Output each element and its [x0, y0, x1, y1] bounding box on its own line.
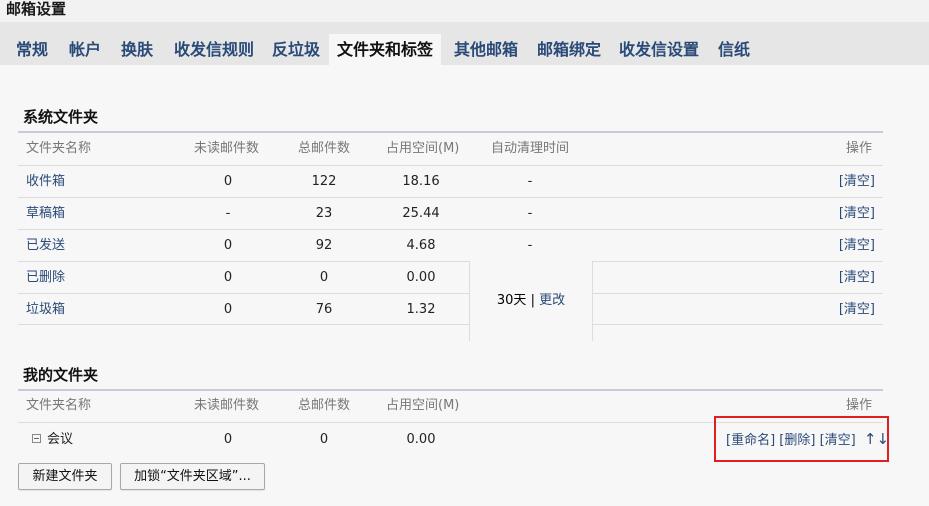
auto-clean-merged-cell: 30天 | 更改	[469, 261, 593, 341]
header-operation: 操作	[846, 141, 873, 156]
unread-count: 0	[223, 174, 233, 189]
header-size: 占用空间(M)	[386, 398, 460, 413]
total-count: 0	[319, 432, 329, 447]
total-count: 0	[319, 270, 329, 285]
header-size: 占用空间(M)	[386, 141, 460, 156]
header-unread: 未读邮件数	[194, 141, 260, 156]
header-folder-name: 文件夹名称	[26, 141, 92, 156]
settings-tabbar: 常规 帐户 换肤 收发信规则 反垃圾 文件夹和标签 其他邮箱 邮箱绑定 收发信设…	[0, 22, 929, 65]
clear-link[interactable]: [清空]	[839, 198, 875, 229]
unread-count: -	[225, 206, 231, 221]
page-title: 邮箱设置	[6, 0, 67, 18]
size-value: 4.68	[406, 238, 436, 253]
folder-row-junk: 垃圾箱 0 76 1.32 [清空]	[18, 293, 883, 325]
folder-name[interactable]: 已发送	[26, 230, 65, 261]
total-count: 92	[315, 238, 333, 253]
folder-name[interactable]: 垃圾箱	[26, 294, 65, 325]
my-folders-title: 我的文件夹	[23, 366, 99, 384]
lock-folder-area-button[interactable]: 加锁“文件夹区域”...	[120, 463, 265, 490]
unread-count: 0	[223, 238, 233, 253]
change-auto-clean-link[interactable]: 更改	[539, 293, 565, 308]
tab-send-receive-settings[interactable]: 收发信设置	[611, 34, 707, 65]
folder-row-drafts: 草稿箱 - 23 25.44 - [清空]	[18, 197, 883, 229]
collapse-icon[interactable]	[32, 434, 41, 443]
tab-mail-rules[interactable]: 收发信规则	[166, 34, 262, 65]
header-total: 总邮件数	[298, 398, 351, 413]
folder-name[interactable]: 收件箱	[26, 166, 65, 197]
highlight-box	[714, 416, 889, 462]
section-divider	[18, 131, 883, 133]
system-folders-title: 系统文件夹	[23, 108, 99, 126]
tab-stationery[interactable]: 信纸	[710, 34, 758, 65]
total-count: 23	[315, 206, 333, 221]
folder-row-sent: 已发送 0 92 4.68 - [清空]	[18, 229, 883, 261]
size-value: 0.00	[406, 270, 436, 285]
tab-mailbox-binding[interactable]: 邮箱绑定	[529, 34, 609, 65]
auto-clean-days: 30天	[496, 293, 527, 308]
auto-clean-value: -	[527, 206, 533, 221]
folder-row-inbox: 收件箱 0 122 18.16 - [清空]	[18, 165, 883, 197]
clear-link[interactable]: [清空]	[839, 294, 875, 325]
size-value: 1.32	[406, 302, 436, 317]
total-count: 122	[311, 174, 337, 189]
header-auto-clean: 自动清理时间	[491, 141, 570, 156]
size-value: 0.00	[406, 432, 436, 447]
clear-link[interactable]: [清空]	[839, 262, 875, 293]
table-bottom-line	[18, 324, 883, 325]
unread-count: 0	[223, 270, 233, 285]
folder-name[interactable]: 会议	[47, 432, 73, 447]
auto-clean-separator: |	[526, 293, 540, 308]
folder-row-deleted: 已删除 0 0 0.00 [清空]	[18, 261, 883, 293]
unread-count: 0	[223, 432, 233, 447]
tab-folders-labels[interactable]: 文件夹和标签	[329, 34, 442, 65]
unread-count: 0	[223, 302, 233, 317]
tab-other-mailboxes[interactable]: 其他邮箱	[446, 34, 526, 65]
folder-name[interactable]: 草稿箱	[26, 198, 65, 229]
size-value: 18.16	[402, 174, 440, 189]
tab-general[interactable]: 常规	[8, 34, 56, 65]
header-total: 总邮件数	[298, 141, 351, 156]
clear-link[interactable]: [清空]	[839, 166, 875, 197]
clear-link[interactable]: [清空]	[839, 230, 875, 261]
folder-name-cell[interactable]: 会议	[32, 423, 73, 456]
tab-account[interactable]: 帐户	[61, 34, 109, 65]
tab-skin[interactable]: 换肤	[113, 34, 161, 65]
tab-anti-spam[interactable]: 反垃圾	[264, 34, 328, 65]
header-unread: 未读邮件数	[194, 398, 260, 413]
total-count: 76	[315, 302, 333, 317]
new-folder-button[interactable]: 新建文件夹	[18, 463, 112, 490]
auto-clean-value: -	[527, 174, 533, 189]
header-folder-name: 文件夹名称	[26, 398, 92, 413]
auto-clean-value: -	[527, 238, 533, 253]
folder-name[interactable]: 已删除	[26, 262, 65, 293]
size-value: 25.44	[402, 206, 440, 221]
